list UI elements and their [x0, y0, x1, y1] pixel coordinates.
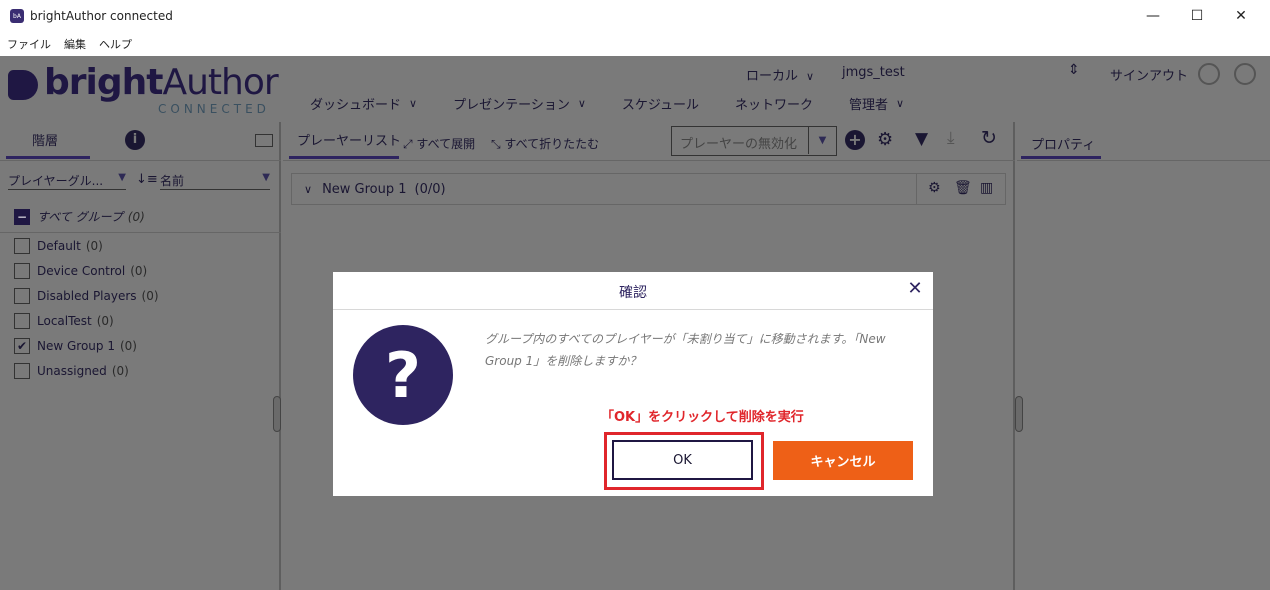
window-title: brightAuthor connected	[30, 9, 173, 23]
group-filter-select[interactable]: プレイヤーグル... ▼	[8, 170, 126, 190]
chevron-down-icon: ∨	[577, 97, 586, 110]
properties-panel: プロパティ	[1017, 122, 1270, 590]
ok-button[interactable]: OK	[612, 440, 753, 480]
settings-icon[interactable]: ⚙	[877, 129, 893, 150]
cancel-button[interactable]: キャンセル	[773, 441, 913, 480]
close-window-button[interactable]: ✕	[1218, 0, 1264, 32]
all-groups-item[interactable]: − すべて グループ (0)	[14, 208, 145, 225]
dialog-title: 確認	[619, 285, 647, 301]
chevron-down-icon: ∨	[806, 70, 815, 83]
group-checkbox[interactable]	[14, 263, 30, 279]
nav-dashboard[interactable]: ダッシュボード ∨	[310, 94, 417, 113]
tab-hierarchy[interactable]: 階層	[32, 130, 58, 149]
maximize-button[interactable]: ☐	[1174, 0, 1220, 32]
location-selector[interactable]: ローカル ∨	[746, 65, 814, 84]
minimize-button[interactable]: —	[1130, 0, 1176, 32]
dropdown-arrow-icon: ▼	[808, 127, 836, 154]
logo-bright: bright	[44, 62, 163, 103]
info-icon[interactable]: i	[125, 130, 145, 150]
menu-edit[interactable]: 編集	[64, 36, 86, 52]
trash-icon[interactable]: 🗑	[954, 180, 972, 196]
list-item[interactable]: Device Control (0)	[14, 263, 147, 279]
dropdown-arrow-icon: ▼	[118, 172, 126, 183]
app-area: brightAuthor CONNECTED ローカル ∨ jmgs_test ⇕…	[0, 56, 1270, 590]
nav-schedule[interactable]: スケジュール	[622, 94, 699, 113]
list-item[interactable]: Unassigned (0)	[14, 363, 129, 379]
collapse-icon: ⤡	[491, 137, 505, 151]
menu-bar: ファイル 編集 ヘルプ	[0, 32, 1270, 56]
dialog-message: グループ内のすべてのプレイヤーが「未割り当て」に移動されます。「New Grou…	[485, 332, 886, 368]
map-icon[interactable]: ▥	[980, 180, 993, 196]
confirm-dialog: 確認 ✕ ? グループ内のすべてのプレイヤーが「未割り当て」に移動されます。「N…	[333, 272, 933, 496]
tab-properties[interactable]: プロパティ	[1031, 134, 1095, 153]
refresh-icon[interactable]: ↻	[981, 127, 997, 149]
download-icon[interactable]: ⤓	[947, 128, 955, 148]
app-header: brightAuthor CONNECTED ローカル ∨ jmgs_test ⇕…	[0, 56, 1270, 120]
chevron-down-icon[interactable]: ∨	[304, 183, 312, 196]
nav-network[interactable]: ネットワーク	[735, 94, 813, 113]
tab-player-list[interactable]: プレーヤーリスト	[297, 130, 401, 149]
group-checkbox[interactable]	[14, 313, 30, 329]
sort-select[interactable]: 名前 ▼	[160, 170, 270, 190]
annotation-text: 「OK」をクリックして削除を実行	[601, 410, 804, 425]
gear-icon[interactable]: ⚙	[928, 180, 941, 196]
chevron-down-icon: ∨	[896, 97, 905, 110]
list-item[interactable]: LocalTest (0)	[14, 313, 114, 329]
title-bar: bA brightAuthor connected — ☐ ✕	[0, 0, 1270, 32]
list-item[interactable]: Default (0)	[14, 238, 103, 254]
tab-underline	[289, 156, 399, 159]
collapse-all-button[interactable]: ⤡ すべて折りたたむ	[491, 135, 599, 152]
nav-admin[interactable]: 管理者 ∨	[849, 94, 904, 113]
globe-icon[interactable]	[1234, 63, 1256, 85]
panel-toggle-icon[interactable]	[255, 134, 273, 147]
menu-file[interactable]: ファイル	[7, 36, 51, 52]
sort-icon[interactable]: ↓≡	[136, 172, 158, 187]
add-icon[interactable]: +	[845, 130, 865, 150]
chevron-down-icon: ∨	[409, 97, 418, 110]
up-down-icon[interactable]: ⇕	[1068, 62, 1080, 78]
signout-link[interactable]: サインアウト	[1110, 65, 1188, 84]
dialog-close-icon[interactable]: ✕	[903, 276, 927, 300]
hierarchy-panel: 階層 i プレイヤーグル... ▼ ↓≡ 名前 ▼ − すべて グループ (0)…	[0, 122, 281, 590]
list-item[interactable]: Disabled Players (0)	[14, 288, 159, 304]
disable-player-select[interactable]: プレーヤーの無効化 ▼	[671, 126, 837, 156]
tab-underline	[1021, 156, 1101, 159]
expand-all-button[interactable]: ⤢ すべて展開	[403, 135, 475, 152]
group-checkbox-checked[interactable]: ✔	[14, 338, 30, 354]
logo-mark-icon	[8, 70, 38, 100]
indeterminate-checkbox[interactable]: −	[14, 208, 30, 225]
sync-icon[interactable]	[1198, 63, 1220, 85]
question-icon: ?	[353, 325, 453, 425]
main-nav: ダッシュボード ∨ プレゼンテーション ∨ スケジュール ネットワーク 管理者 ∨	[310, 94, 940, 113]
filter-icon[interactable]: ▼	[915, 129, 928, 149]
tab-underline	[6, 156, 90, 159]
dialog-header: 確認 ✕	[333, 272, 933, 310]
nav-presentation[interactable]: プレゼンテーション ∨	[453, 94, 586, 113]
group-row[interactable]: ∨ New Group 1 (0/0) ⚙ 🗑 ▥	[291, 173, 1006, 205]
list-item[interactable]: ✔ New Group 1 (0)	[14, 338, 137, 354]
group-checkbox[interactable]	[14, 288, 30, 304]
user-name: jmgs_test	[842, 65, 905, 80]
dropdown-arrow-icon: ▼	[262, 172, 270, 183]
resize-handle[interactable]	[273, 396, 281, 432]
logo-subtitle: CONNECTED	[158, 102, 270, 116]
menu-help[interactable]: ヘルプ	[99, 36, 132, 52]
group-checkbox[interactable]	[14, 238, 30, 254]
logo-author: Author	[162, 62, 278, 103]
brand-logo: brightAuthor CONNECTED	[8, 62, 288, 116]
app-icon: bA	[10, 9, 24, 23]
expand-icon: ⤢	[403, 137, 417, 151]
group-checkbox[interactable]	[14, 363, 30, 379]
